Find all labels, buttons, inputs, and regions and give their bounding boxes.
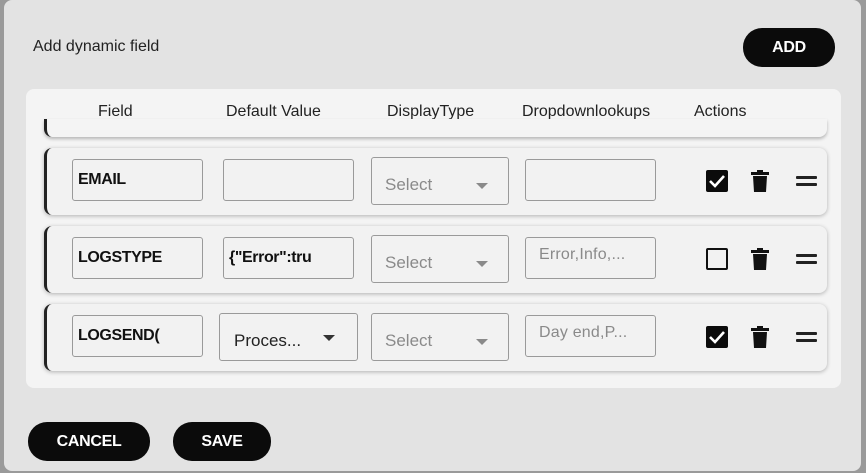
default-value-input[interactable]: [223, 159, 354, 201]
default-value-input[interactable]: {"Error":tru: [223, 237, 354, 279]
row-checkbox[interactable]: [706, 326, 728, 348]
add-dynamic-field-dialog: Add dynamic field ADD Field Default Valu…: [4, 0, 861, 471]
caret-down-icon: [476, 339, 488, 345]
dropdown-lookups-text: Day end,P...: [539, 324, 628, 341]
check-icon: [709, 175, 725, 188]
field-name-input[interactable]: LOGSEND(: [72, 315, 203, 357]
field-name-value: LOGSTYPE: [78, 249, 162, 266]
caret-down-icon: [476, 261, 488, 267]
field-name-value: EMAIL: [78, 171, 126, 188]
trash-icon[interactable]: [751, 170, 769, 192]
row-checkbox[interactable]: [706, 170, 728, 192]
display-type-value: Select: [385, 175, 433, 194]
dropdown-lookups-input[interactable]: [525, 159, 656, 201]
dropdown-lookups-text: Error,Info,...: [539, 246, 626, 263]
default-value-text: {"Error":tru: [229, 249, 312, 266]
drag-handle-icon[interactable]: [796, 176, 817, 186]
drag-handle-icon[interactable]: [796, 332, 817, 342]
display-type-value: Select: [385, 331, 433, 350]
drag-handle-icon[interactable]: [796, 254, 817, 264]
field-name-input[interactable]: LOGSTYPE: [72, 237, 203, 279]
default-value-text: Proces...: [234, 331, 302, 350]
display-type-select[interactable]: Select: [371, 157, 509, 205]
display-type-select[interactable]: Select: [371, 313, 509, 361]
save-button[interactable]: SAVE: [173, 422, 271, 461]
default-value-select[interactable]: Proces...: [219, 313, 358, 361]
display-type-value: Select: [385, 253, 433, 272]
fields-table: Field Default Value DisplayType Dropdown…: [26, 89, 841, 388]
dialog-title: Add dynamic field: [33, 38, 160, 55]
scrolled-row-edge: [44, 119, 827, 137]
field-name-value: LOGSEND(: [78, 327, 160, 344]
field-name-input[interactable]: EMAIL: [72, 159, 203, 201]
cancel-button[interactable]: CANCEL: [28, 422, 150, 461]
table-row: LOGSEND( Proces... Select Day end,P...: [44, 304, 827, 371]
trash-icon[interactable]: [751, 326, 769, 348]
caret-down-icon: [476, 183, 488, 189]
table-row: EMAIL Select: [44, 148, 827, 215]
dropdown-lookups-input[interactable]: Error,Info,...: [525, 237, 656, 279]
check-icon: [709, 331, 725, 344]
row-checkbox[interactable]: [706, 248, 728, 270]
dropdown-lookups-input[interactable]: Day end,P...: [525, 315, 656, 357]
add-button[interactable]: ADD: [743, 28, 835, 67]
table-row: LOGSTYPE {"Error":tru Select Error,Info,…: [44, 226, 827, 293]
caret-down-icon: [323, 335, 335, 341]
display-type-select[interactable]: Select: [371, 235, 509, 283]
trash-icon[interactable]: [751, 248, 769, 270]
